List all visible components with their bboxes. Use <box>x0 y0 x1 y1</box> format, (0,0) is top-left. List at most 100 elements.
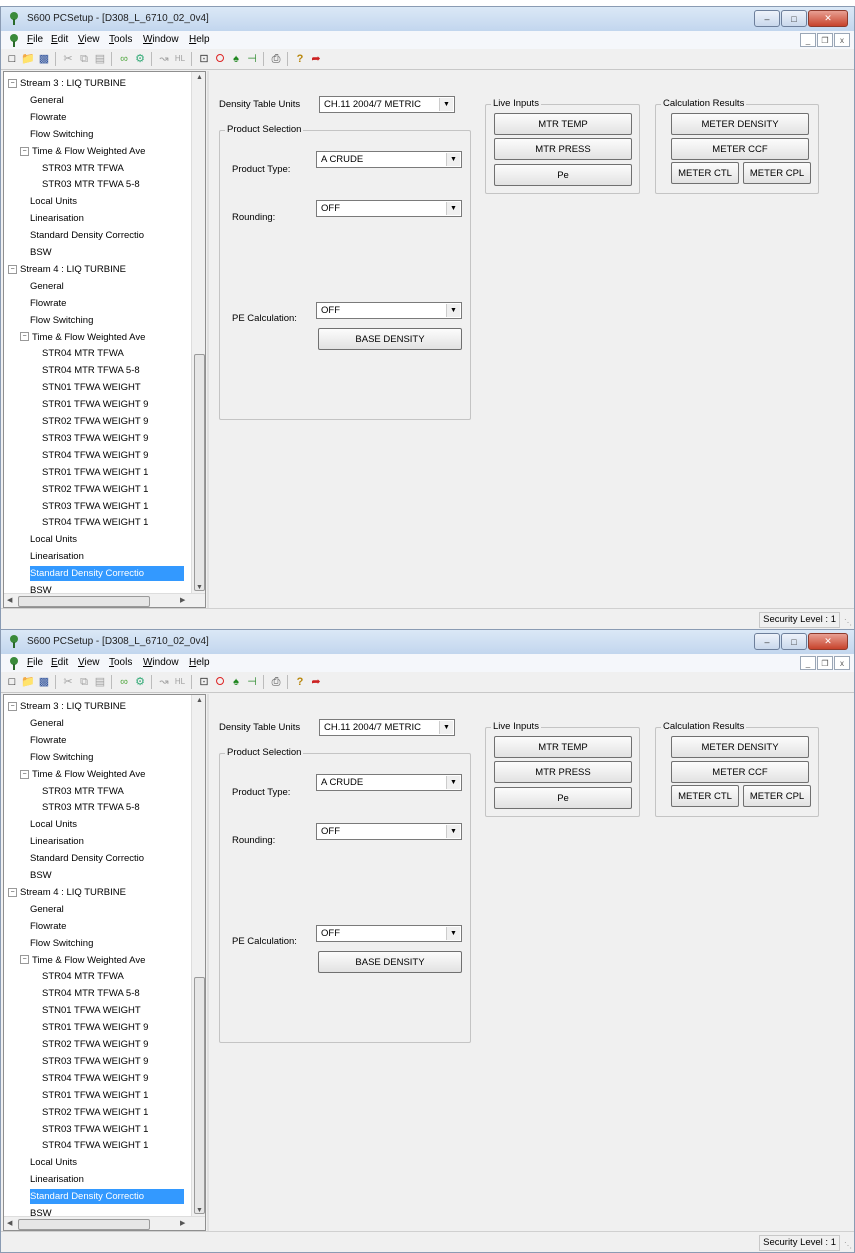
pe-button[interactable]: Pe <box>494 787 632 809</box>
chevron-down-icon[interactable]: ▼ <box>446 825 460 838</box>
title-bar[interactable]: S600 PCSetup - [D308_L_6710_02_0v4] – □ … <box>1 630 854 654</box>
tree-item[interactable]: STR03 MTR TFWA 5-8 <box>42 177 140 192</box>
tree-item[interactable]: Local Units <box>30 532 77 547</box>
tree-item[interactable]: STR01 TFWA WEIGHT 1 <box>42 465 148 480</box>
base-density-button[interactable]: BASE DENSITY <box>318 951 462 973</box>
mdi-restore-button[interactable]: ❐ <box>817 33 833 47</box>
cut-icon[interactable]: ✂ <box>61 52 75 66</box>
mtr-temp-button[interactable]: MTR TEMP <box>494 113 632 135</box>
tree-item[interactable]: STR04 TFWA WEIGHT 9 <box>42 1071 148 1086</box>
tree-item[interactable]: Standard Density Correctio <box>30 851 144 866</box>
meter-ccf-button[interactable]: METER CCF <box>671 761 809 783</box>
tree-item[interactable]: STR04 TFWA WEIGHT 9 <box>42 448 148 463</box>
chevron-down-icon[interactable]: ▼ <box>439 98 453 111</box>
tree-item[interactable]: STR01 TFWA WEIGHT 9 <box>42 1020 148 1035</box>
pe-button[interactable]: Pe <box>494 164 632 186</box>
tree-item[interactable]: Flow Switching <box>30 750 93 765</box>
tree-item[interactable]: STR03 MTR TFWA 5-8 <box>42 800 140 815</box>
density-table-units-select[interactable]: CH.11 2004/7 METRIC ▼ <box>319 719 455 736</box>
tree-horizontal-scrollbar[interactable]: ◀ ▶ <box>4 1216 205 1230</box>
resize-grip-icon[interactable]: ⋱ <box>844 1241 852 1250</box>
connect-icon[interactable]: ⊡ <box>197 52 211 66</box>
maximize-button[interactable]: □ <box>781 633 807 650</box>
tree-horizontal-scrollbar[interactable]: ◀ ▶ <box>4 593 205 607</box>
menu-file[interactable]: File <box>27 34 43 45</box>
pane-splitter[interactable] <box>207 71 209 608</box>
collapse-icon[interactable]: − <box>20 332 29 342</box>
tree-item[interactable]: − Stream 3 : LIQ TURBINE <box>8 76 126 91</box>
tree-item[interactable]: Flowrate <box>30 296 66 311</box>
menu-view[interactable]: View <box>78 34 100 45</box>
tree-item[interactable]: Standard Density Correctio <box>30 1189 185 1205</box>
arrow-icon[interactable]: ➦ <box>309 52 323 66</box>
meter-ctl-button[interactable]: METER CTL <box>671 162 739 184</box>
tree-item[interactable]: STR02 TFWA WEIGHT 1 <box>42 1105 148 1120</box>
meter-density-button[interactable]: METER DENSITY <box>671 736 809 758</box>
maximize-button[interactable]: □ <box>781 10 807 27</box>
mdi-minimize-button[interactable]: _ <box>800 33 816 47</box>
chevron-down-icon[interactable]: ▼ <box>446 776 460 789</box>
stop-icon[interactable]: ⭘ <box>213 52 227 66</box>
chevron-down-icon[interactable]: ▼ <box>446 304 460 317</box>
pe-calculation-select[interactable]: OFF ▼ <box>316 925 462 942</box>
scroll-up-icon[interactable]: ▲ <box>196 74 203 81</box>
product-type-select[interactable]: A CRUDE ▼ <box>316 151 462 168</box>
tree-item[interactable]: STR04 TFWA WEIGHT 1 <box>42 515 148 530</box>
mdi-minimize-button[interactable]: _ <box>800 656 816 670</box>
tree-item[interactable]: − Stream 4 : LIQ TURBINE <box>8 262 126 277</box>
tree-item[interactable]: STR04 MTR TFWA 5-8 <box>42 986 140 1001</box>
mtr-press-button[interactable]: MTR PRESS <box>494 138 632 160</box>
density-table-units-select[interactable]: CH.11 2004/7 METRIC ▼ <box>319 96 455 113</box>
mtr-press-button[interactable]: MTR PRESS <box>494 761 632 783</box>
meter-cpl-button[interactable]: METER CPL <box>743 162 811 184</box>
paste-icon[interactable]: ▤ <box>93 52 107 66</box>
tree-item[interactable]: Linearisation <box>30 1172 84 1187</box>
hscroll-thumb[interactable] <box>18 1219 150 1230</box>
tree-item[interactable]: Flow Switching <box>30 313 93 328</box>
mdi-close-button[interactable]: x <box>834 33 850 47</box>
scroll-up-icon[interactable]: ▲ <box>196 697 203 704</box>
connect-icon[interactable]: ⊡ <box>197 675 211 689</box>
tree-item[interactable]: Local Units <box>30 194 77 209</box>
print-icon[interactable]: ⎙ <box>269 52 283 66</box>
chevron-down-icon[interactable]: ▼ <box>446 927 460 940</box>
tree-vertical-scrollbar[interactable]: ▲ ▼ <box>191 72 205 607</box>
tree-item[interactable]: Standard Density Correctio <box>30 566 185 582</box>
tree-item[interactable]: STR03 TFWA WEIGHT 9 <box>42 1054 148 1069</box>
tree-view[interactable]: − Stream 3 : LIQ TURBINE General Flowrate Fl… <box>3 71 206 608</box>
collapse-icon[interactable]: − <box>20 769 29 779</box>
open-icon[interactable]: 📁 <box>21 675 35 689</box>
menu-tools[interactable]: Tools <box>109 657 132 668</box>
scroll-right-icon[interactable]: ▶ <box>180 596 185 604</box>
tree-item[interactable]: STR03 MTR TFWA <box>42 784 124 799</box>
upload-icon[interactable]: ⊣ <box>245 52 259 66</box>
stop-icon[interactable]: ⭘ <box>213 675 227 689</box>
scroll-left-icon[interactable]: ◀ <box>7 596 12 604</box>
tree-item[interactable]: Flow Switching <box>30 127 93 142</box>
print-icon[interactable]: ⎙ <box>269 675 283 689</box>
hscroll-thumb[interactable] <box>18 596 150 607</box>
menu-help[interactable]: Help <box>189 34 210 45</box>
save-icon[interactable]: ▩ <box>37 52 51 66</box>
compare-icon[interactable]: ↝ <box>157 52 171 66</box>
tree-item[interactable]: STR03 MTR TFWA <box>42 161 124 176</box>
tree-item[interactable]: STR04 MTR TFWA <box>42 969 124 984</box>
tree-item[interactable]: Flowrate <box>30 733 66 748</box>
chevron-down-icon[interactable]: ▼ <box>446 153 460 166</box>
new-icon[interactable]: □ <box>5 52 19 66</box>
title-bar[interactable]: S600 PCSetup - [D308_L_6710_02_0v4] – □ … <box>1 7 854 31</box>
tree-item[interactable]: STR01 TFWA WEIGHT 9 <box>42 397 148 412</box>
meter-density-button[interactable]: METER DENSITY <box>671 113 809 135</box>
base-density-button[interactable]: BASE DENSITY <box>318 328 462 350</box>
mtr-temp-button[interactable]: MTR TEMP <box>494 736 632 758</box>
pane-splitter[interactable] <box>207 694 209 1231</box>
app-menu-icon[interactable] <box>7 33 21 47</box>
collapse-icon[interactable]: − <box>20 146 29 156</box>
tree-item[interactable]: STR01 TFWA WEIGHT 1 <box>42 1088 148 1103</box>
tree-item[interactable]: General <box>30 93 64 108</box>
tree-item[interactable]: STR02 TFWA WEIGHT 9 <box>42 414 148 429</box>
tree-item[interactable]: BSW <box>30 868 52 883</box>
cut-icon[interactable]: ✂ <box>61 675 75 689</box>
menu-file[interactable]: File <box>27 657 43 668</box>
tree-item[interactable]: General <box>30 902 64 917</box>
